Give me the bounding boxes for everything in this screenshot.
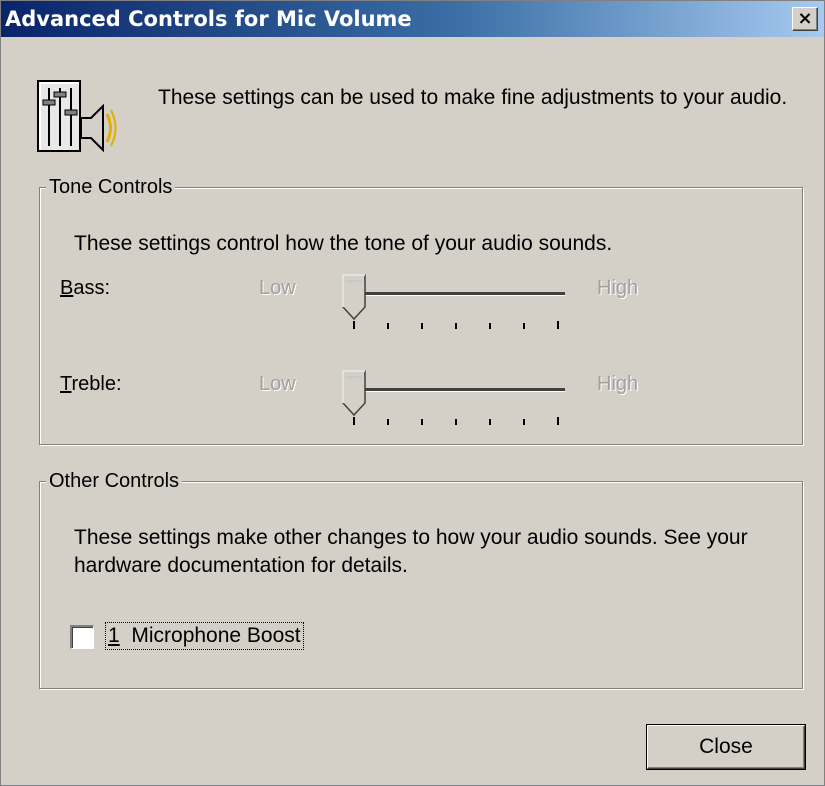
bass-label: Bass: xyxy=(60,277,110,300)
close-icon: × xyxy=(797,8,813,29)
treble-slider[interactable] xyxy=(337,367,571,433)
bass-slider-ticks xyxy=(353,321,559,329)
tone-controls-description: These settings control how the tone of y… xyxy=(74,232,613,255)
other-controls-description: These settings make other changes to how… xyxy=(74,526,748,577)
close-button[interactable]: Close xyxy=(647,725,805,769)
treble-label-accel: T xyxy=(60,373,72,395)
microphone-boost-text: Microphone Boost xyxy=(119,624,301,647)
treble-high-label: High xyxy=(597,373,639,395)
microphone-boost-label[interactable]: 1 Microphone Boost xyxy=(105,622,304,650)
treble-slider-thumb[interactable] xyxy=(342,370,366,417)
treble-label: Treble: xyxy=(60,373,122,396)
bass-label-accel: B xyxy=(60,277,74,299)
bass-slider[interactable] xyxy=(337,271,571,337)
bass-high-label: High xyxy=(597,277,639,299)
treble-label-rest: reble: xyxy=(71,373,122,395)
other-controls-group: Other Controls These settings make other… xyxy=(39,469,803,689)
bass-label-rest: ass: xyxy=(73,277,111,299)
window-title: Advanced Controls for Mic Volume xyxy=(5,7,412,31)
speaker-equalizer-icon xyxy=(37,80,117,152)
microphone-boost-accel: 1 xyxy=(108,624,120,647)
tone-controls-legend: Tone Controls xyxy=(46,175,176,199)
treble-slider-ticks xyxy=(353,417,559,425)
microphone-boost-checkbox[interactable] xyxy=(70,625,94,649)
title-bar[interactable]: Advanced Controls for Mic Volume × xyxy=(1,1,824,37)
intro-text: These settings can be used to make fine … xyxy=(158,86,788,109)
bass-low-label: Low xyxy=(259,277,296,299)
other-controls-legend: Other Controls xyxy=(46,469,183,493)
treble-low-label: Low xyxy=(259,373,296,395)
advanced-controls-dialog: Advanced Controls for Mic Volume × These… xyxy=(0,0,825,786)
bass-slider-thumb[interactable] xyxy=(342,274,366,321)
close-x-button[interactable]: × xyxy=(792,7,818,31)
